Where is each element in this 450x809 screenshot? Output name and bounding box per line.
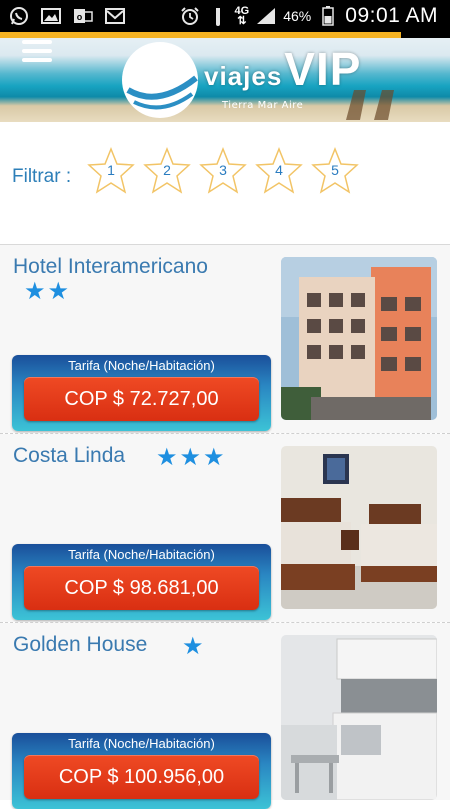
price-button[interactable]: COP $ 72.727,00 (24, 377, 259, 421)
logo: viajes VIP (204, 42, 361, 96)
network-type: 4G (234, 5, 250, 17)
filter-star-4[interactable]: 4 (254, 146, 304, 196)
status-bar: o 4G ⇅ 46% 09:01 AM (0, 0, 450, 32)
alarm-icon (179, 6, 201, 26)
rate-box: Tarifa (Noche/Habitación) COP $ 72.727,0… (12, 355, 271, 431)
hotel-rating-stars: ★★★ (156, 443, 227, 471)
app-header: viajes VIP Tierra Mar Aire (0, 32, 450, 122)
filter-star-5[interactable]: 5 (310, 146, 360, 196)
rate-caption: Tarifa (Noche/Habitación) (68, 358, 215, 373)
svg-text:o: o (77, 12, 83, 22)
price-button[interactable]: COP $ 100.956,00 (24, 755, 259, 799)
hotel-name: Hotel Interamericano (13, 255, 208, 278)
hotel-rating-stars: ★★ (24, 277, 72, 305)
hotel-card[interactable]: Hotel Interamericano ★★ Tarifa (Noche/Ha… (0, 245, 450, 433)
signal-icon (255, 6, 277, 26)
rating-filter: Filtrar : 1 2 3 4 5 (0, 122, 450, 245)
clock: 09:01 AM (345, 4, 438, 27)
beach-chairs-decoration (346, 90, 394, 120)
mute-icon (207, 6, 229, 26)
price-button[interactable]: COP $ 98.681,00 (24, 566, 259, 610)
logo-word-viajes: viajes (204, 61, 283, 91)
gallery-icon (40, 6, 62, 26)
battery-icon (317, 6, 339, 26)
loading-progress-track (401, 32, 450, 38)
hotel-photo[interactable] (281, 635, 437, 800)
filter-star-label: 3 (219, 162, 227, 178)
mail-icon (104, 6, 126, 26)
filter-star-label: 5 (331, 162, 339, 178)
filter-star-1[interactable]: 1 (86, 146, 136, 196)
hotel-name: Golden House (13, 633, 148, 656)
filter-star-label: 4 (275, 162, 283, 178)
hotel-card[interactable]: Golden House ★ Tarifa (Noche/Habitación)… (0, 623, 450, 809)
network-icon: 4G ⇅ (234, 5, 250, 27)
hotel-photo[interactable] (281, 446, 437, 609)
hotel-photo[interactable] (281, 257, 437, 420)
battery-percent: 46% (283, 8, 312, 24)
hamburger-icon[interactable] (22, 40, 52, 62)
whatsapp-icon (8, 6, 30, 26)
filter-star-3[interactable]: 3 (198, 146, 248, 196)
hotel-name: Costa Linda (13, 444, 126, 467)
logo-tagline: Tierra Mar Aire (222, 100, 304, 111)
outlook-icon: o (72, 6, 94, 26)
hotel-rating-stars: ★ (182, 632, 206, 660)
filter-star-label: 2 (163, 162, 171, 178)
filter-label: Filtrar : (12, 166, 72, 187)
rate-caption: Tarifa (Noche/Habitación) (68, 547, 215, 562)
filter-star-2[interactable]: 2 (142, 146, 192, 196)
hotel-card[interactable]: Costa Linda ★★★ Tarifa (Noche/Habitación… (0, 434, 450, 622)
filter-star-label: 1 (107, 162, 115, 178)
logo-globe-icon (122, 42, 198, 118)
rate-box: Tarifa (Noche/Habitación) COP $ 98.681,0… (12, 544, 271, 620)
rate-box: Tarifa (Noche/Habitación) COP $ 100.956,… (12, 733, 271, 809)
rate-caption: Tarifa (Noche/Habitación) (68, 736, 215, 751)
